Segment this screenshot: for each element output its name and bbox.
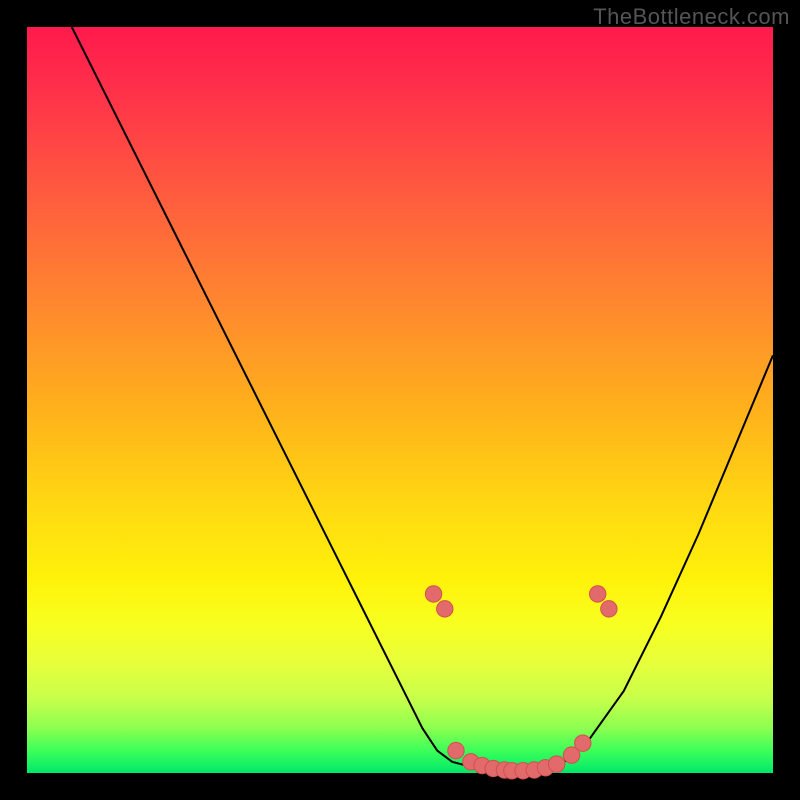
marker-dot	[448, 742, 464, 758]
curve-line	[72, 27, 773, 771]
marker-dot	[548, 756, 564, 772]
plot-svg	[27, 27, 773, 773]
highlight-markers	[425, 586, 617, 779]
marker-dot	[437, 601, 453, 617]
plot-area	[27, 27, 773, 773]
marker-dot	[575, 735, 591, 751]
marker-dot	[425, 586, 441, 602]
chart-stage: TheBottleneck.com	[0, 0, 800, 800]
marker-dot	[589, 586, 605, 602]
marker-dot	[601, 601, 617, 617]
